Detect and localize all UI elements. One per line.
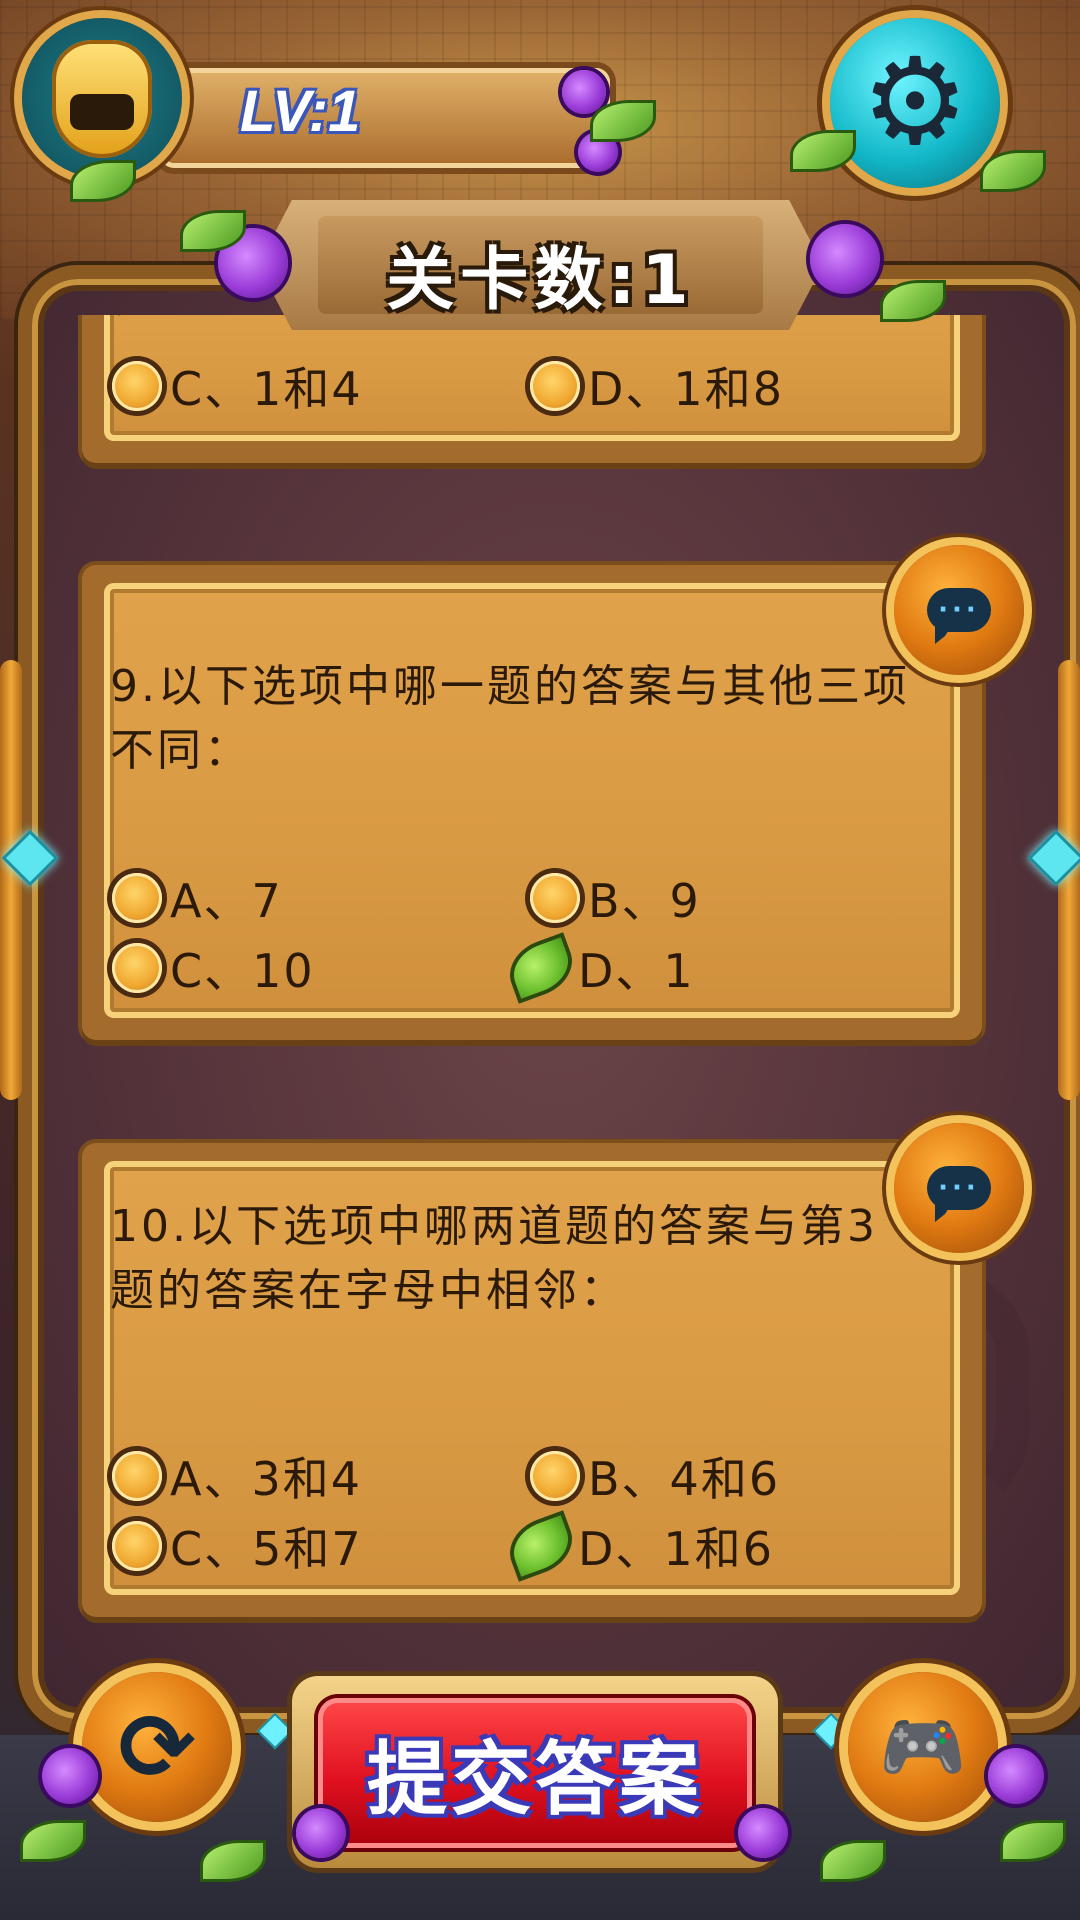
option-c[interactable]: C、5和7 <box>112 1515 363 1577</box>
question-text: 9.以下选项中哪一题的答案与其他三项不同： <box>110 661 910 776</box>
radio-icon[interactable] <box>530 873 580 923</box>
option-label: C、1和4 <box>170 362 363 416</box>
option-label: D、1 <box>578 944 695 998</box>
option-label: B、9 <box>588 874 701 928</box>
option-label: C、5和7 <box>170 1522 363 1576</box>
option-label: B、4和6 <box>588 1452 781 1506</box>
option-c[interactable]: C、1和4 <box>112 355 363 417</box>
question-list[interactable]: C、1和4 D、1和8 9.以下选项中哪一题的答案与其他三项不同： A、7 B、… <box>40 315 1040 1685</box>
player-level: LV:1 <box>240 79 361 144</box>
option-b[interactable]: B、4和6 <box>530 1445 780 1507</box>
radio-icon[interactable] <box>112 1521 162 1571</box>
submit-answer-button[interactable]: 提交答案 <box>318 1698 752 1848</box>
helmet-icon <box>52 40 152 158</box>
option-a[interactable]: A、7 <box>112 867 283 929</box>
rose-icon <box>988 1748 1044 1804</box>
option-b[interactable]: B、9 <box>530 867 701 929</box>
option-label: D、1和8 <box>588 362 784 416</box>
leaf-selected-icon[interactable] <box>506 937 576 999</box>
rose-icon <box>42 1748 98 1804</box>
option-d[interactable]: D、1和6 <box>506 1515 774 1577</box>
refresh-icon: ⟳ <box>118 1693 196 1801</box>
radio-icon[interactable] <box>112 361 162 411</box>
question-card: 10.以下选项中哪两道题的答案与第3题的答案在字母中相邻： A、3和4 B、4和… <box>82 1143 982 1617</box>
hint-chat-button[interactable]: ··· <box>894 545 1024 675</box>
rose-icon <box>296 1808 346 1858</box>
option-label: D、1和6 <box>578 1522 774 1576</box>
radio-icon[interactable] <box>530 1451 580 1501</box>
gamepad-button[interactable]: 🎮 <box>848 1672 998 1822</box>
settings-button[interactable]: ⚙ <box>830 18 1000 188</box>
hint-chat-button[interactable]: ··· <box>894 1123 1024 1253</box>
chat-icon: ··· <box>927 1166 991 1222</box>
radio-icon[interactable] <box>112 943 162 993</box>
radio-icon[interactable] <box>112 873 162 923</box>
chat-icon: ··· <box>927 588 991 644</box>
option-label: A、3和4 <box>170 1452 363 1506</box>
option-a[interactable]: A、3和4 <box>112 1445 362 1507</box>
rose-icon <box>738 1808 788 1858</box>
radio-icon[interactable] <box>530 361 580 411</box>
option-label: A、7 <box>170 874 283 928</box>
visor <box>70 94 134 130</box>
stage-count: 关卡数:1 <box>386 241 695 320</box>
leaf-selected-icon[interactable] <box>506 1515 576 1577</box>
question-text: 10.以下选项中哪两道题的答案与第3题的答案在字母中相邻： <box>110 1201 878 1316</box>
radio-icon[interactable] <box>112 1451 162 1501</box>
option-d[interactable]: D、1 <box>506 937 695 999</box>
option-label: C、10 <box>170 944 315 998</box>
option-d[interactable]: D、1和8 <box>530 355 784 417</box>
knight-avatar[interactable] <box>22 18 182 178</box>
refresh-button[interactable]: ⟳ <box>82 1672 232 1822</box>
gear-icon: ⚙ <box>861 33 969 172</box>
gamepad-icon: 🎮 <box>879 1705 967 1788</box>
rose-icon <box>810 224 880 294</box>
question-card: C、1和4 D、1和8 <box>82 315 982 463</box>
left-frame-bar <box>0 660 22 1100</box>
level-bar <box>160 68 610 168</box>
question-card: 9.以下选项中哪一题的答案与其他三项不同： A、7 B、9 C、10 D、1 <box>82 565 982 1040</box>
option-c[interactable]: C、10 <box>112 937 315 999</box>
